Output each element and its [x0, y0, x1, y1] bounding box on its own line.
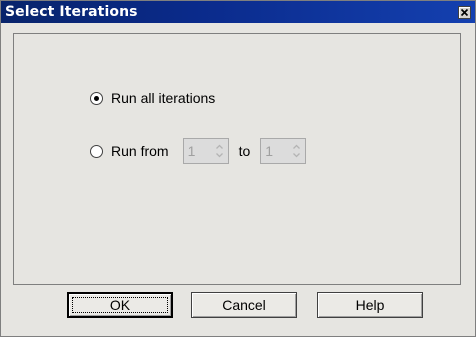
run-from-radio[interactable]: [90, 144, 103, 158]
select-iterations-dialog: Select Iterations Run all iterations Run…: [0, 0, 476, 337]
run-from-label: Run from: [111, 143, 169, 159]
to-label: to: [238, 143, 251, 159]
iterations-panel: Run all iterations Run from 1 to 1: [13, 33, 461, 285]
to-iteration-value: 1: [265, 143, 274, 159]
run-all-label: Run all iterations: [111, 90, 216, 106]
from-iteration-value: 1: [187, 143, 196, 159]
run-all-option[interactable]: Run all iterations: [90, 90, 215, 106]
run-all-radio[interactable]: [90, 91, 103, 105]
title-bar[interactable]: Select Iterations: [1, 1, 475, 23]
from-iteration-spinner[interactable]: 1: [182, 138, 229, 164]
cancel-button[interactable]: Cancel: [191, 292, 297, 318]
ok-button[interactable]: OK: [67, 292, 173, 318]
spinner-arrows-icon[interactable]: [291, 142, 302, 160]
radio-selected-dot: [94, 95, 99, 101]
dialog-title: Select Iterations: [5, 4, 138, 20]
spinner-arrows-icon[interactable]: [214, 142, 225, 160]
to-iteration-spinner[interactable]: 1: [260, 138, 307, 164]
run-from-option: Run from 1 to 1: [90, 138, 307, 164]
help-button[interactable]: Help: [317, 292, 423, 318]
close-icon[interactable]: [458, 6, 471, 19]
